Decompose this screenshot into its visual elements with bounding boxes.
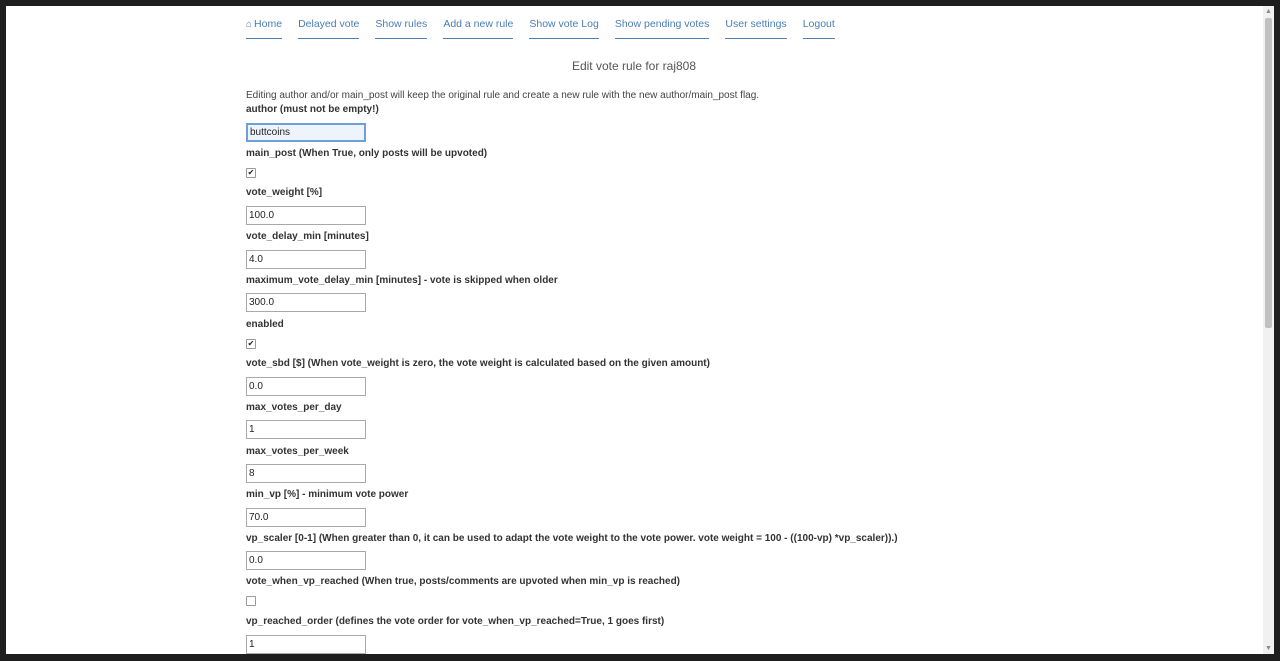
nav-show-rules[interactable]: Show rules — [375, 18, 428, 39]
scroll-up-arrow-icon[interactable]: ▲ — [1263, 6, 1274, 17]
max-vote-delay-label: maximum_vote_delay_min [minutes] - vote … — [246, 275, 558, 286]
vote-delay-min-label: vote_delay_min [minutes] — [246, 231, 369, 242]
nav-user-settings[interactable]: User settings — [725, 18, 787, 39]
nav-home[interactable]: ⌂ Home — [246, 18, 283, 39]
min-vp-label: min_vp [%] - minimum vote power — [246, 489, 409, 500]
author-label: author (must not be empty!) — [246, 104, 379, 115]
enabled-checkbox[interactable]: ✔ — [246, 339, 256, 349]
vertical-scrollbar[interactable]: ▲ ▼ — [1263, 6, 1274, 654]
nav-delayed-vote[interactable]: Delayed vote — [298, 18, 360, 39]
nav-home-label: Home — [254, 18, 283, 30]
vote-sbd-input[interactable] — [246, 377, 366, 396]
nav-logout[interactable]: Logout — [802, 18, 835, 39]
author-input[interactable] — [246, 123, 366, 142]
enabled-label: enabled — [246, 319, 284, 330]
max-vote-delay-input[interactable] — [246, 293, 366, 312]
min-vp-input[interactable] — [246, 508, 366, 527]
main-post-checkbox[interactable]: ✔ — [246, 168, 256, 178]
home-icon: ⌂ — [246, 19, 253, 30]
max-votes-per-day-input[interactable] — [246, 420, 366, 439]
edit-note: Editing author and/or main_post will kee… — [246, 90, 760, 101]
vote-when-vp-reached-label: vote_when_vp_reached (When true, posts/c… — [246, 576, 681, 587]
vote-weight-input[interactable] — [246, 206, 366, 225]
nav-add-rule[interactable]: Add a new rule — [443, 18, 514, 39]
vp-reached-order-label: vp_reached_order (defines the vote order… — [246, 616, 665, 627]
vp-scaler-label: vp_scaler [0-1] (When greater than 0, it… — [246, 533, 898, 544]
max-votes-per-week-label: max_votes_per_week — [246, 446, 349, 457]
max-votes-per-day-label: max_votes_per_day — [246, 402, 342, 413]
vote-delay-min-input[interactable] — [246, 250, 366, 269]
vp-scaler-input[interactable] — [246, 551, 366, 570]
page-title: Edit vote rule for raj808 — [571, 59, 697, 73]
main-post-label: main_post (When True, only posts will be… — [246, 148, 488, 159]
page: ⌂ Home Delayed vote Show rules Add a new … — [6, 6, 1263, 654]
scrollbar-thumb[interactable] — [1265, 18, 1272, 328]
max-votes-per-week-input[interactable] — [246, 464, 366, 483]
top-nav: ⌂ Home Delayed vote Show rules Add a new … — [246, 18, 851, 39]
vote-weight-label: vote_weight [%] — [246, 187, 323, 198]
nav-vote-log[interactable]: Show vote Log — [529, 18, 599, 39]
vp-reached-order-input[interactable] — [246, 635, 366, 654]
vote-sbd-label: vote_sbd [$] (When vote_weight is zero, … — [246, 358, 710, 369]
vote-when-vp-reached-checkbox[interactable] — [246, 596, 256, 606]
nav-pending-votes[interactable]: Show pending votes — [614, 18, 710, 39]
scroll-down-arrow-icon[interactable]: ▼ — [1263, 643, 1274, 654]
